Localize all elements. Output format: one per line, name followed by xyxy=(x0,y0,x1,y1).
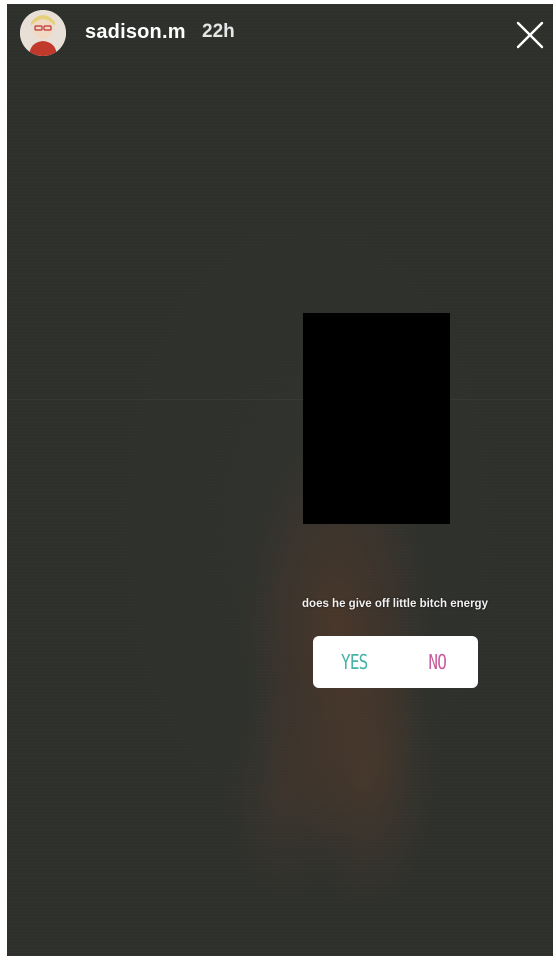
close-button[interactable] xyxy=(515,20,545,50)
poll-question: does he give off little bitch energy xyxy=(302,598,488,610)
story-username[interactable]: sadison.m xyxy=(85,21,186,44)
poll-option-yes[interactable]: YES xyxy=(321,636,387,688)
story-viewer: sadison.m 22h does he give off little bi… xyxy=(7,4,553,956)
poll-options: YES NO xyxy=(313,636,478,688)
story-timestamp: 22h xyxy=(202,21,235,42)
poll-sticker: does he give off little bitch energy YES… xyxy=(297,596,493,688)
story-photo xyxy=(7,4,553,956)
photo-scan-line xyxy=(7,399,553,400)
story-header: sadison.m 22h xyxy=(7,4,553,68)
avatar-icon xyxy=(20,10,66,56)
avatar[interactable] xyxy=(20,10,66,56)
poll-option-no[interactable]: NO xyxy=(404,636,470,688)
close-icon xyxy=(516,21,544,49)
redaction-block xyxy=(303,313,450,524)
